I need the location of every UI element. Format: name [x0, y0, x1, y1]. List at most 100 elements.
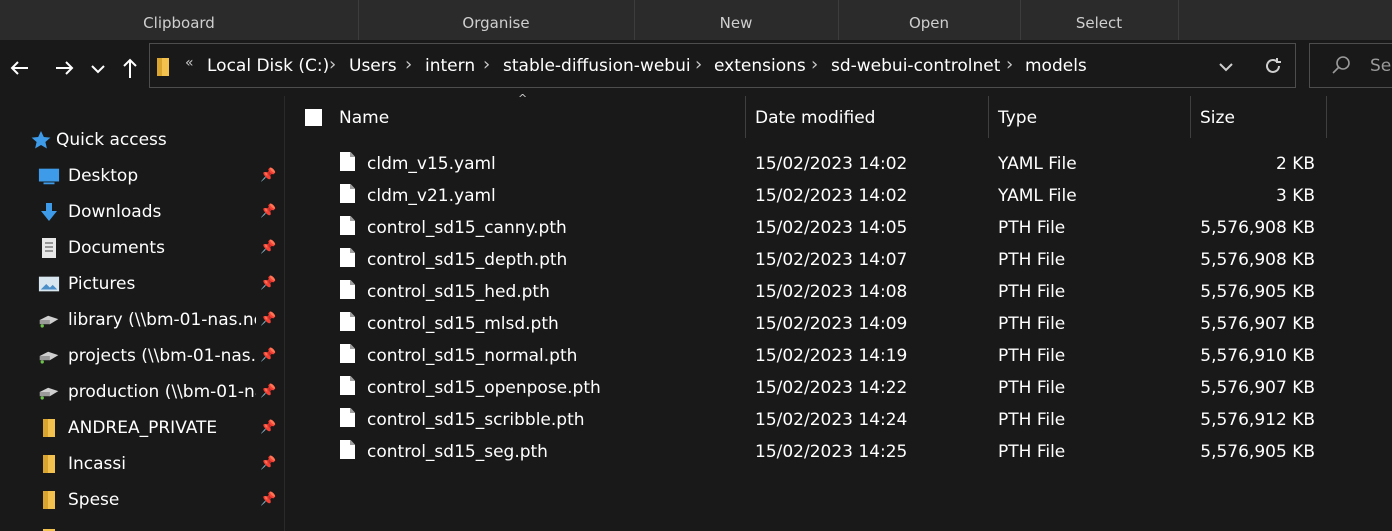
- file-icon: [340, 248, 355, 267]
- pin-icon: 📌: [260, 204, 277, 219]
- breadcrumb-separator: ›: [329, 54, 337, 75]
- file-icon: [340, 376, 355, 395]
- file-icon: [340, 312, 355, 331]
- up-button[interactable]: [116, 54, 144, 82]
- breadcrumb-users[interactable]: Users: [349, 56, 397, 76]
- file-row[interactable]: control_sd15_canny.pth 15/02/2023 14:05 …: [300, 212, 1330, 244]
- column-separator[interactable]: [1326, 96, 1327, 138]
- folder-icon: [43, 455, 55, 473]
- column-header-row: ^ Name Date modified Type Size: [290, 92, 1392, 140]
- file-row[interactable]: control_sd15_depth.pth 15/02/2023 14:07 …: [300, 244, 1330, 276]
- ribbon-group-clipboard[interactable]: Clipboard: [0, 0, 359, 40]
- sidebar-item-andrea-private[interactable]: ANDREA_PRIVATE 📌: [0, 410, 284, 446]
- navigation-pane: Quick access Desktop 📌 Downloads 📌 Docum…: [0, 96, 284, 531]
- file-icon: [340, 216, 355, 235]
- arrow-up-icon: [123, 58, 137, 78]
- breadcrumb-sd-webui-controlnet[interactable]: sd-webui-controlnet: [831, 56, 1000, 76]
- pin-icon: 📌: [260, 312, 277, 327]
- network-drive-icon: [39, 315, 59, 328]
- breadcrumb-stable-diffusion-webui[interactable]: stable-diffusion-webui: [503, 56, 691, 76]
- select-all-checkbox[interactable]: [305, 109, 322, 126]
- ribbon-group-open[interactable]: Open: [838, 0, 1021, 40]
- pane-divider[interactable]: [284, 96, 285, 531]
- pin-icon: 📌: [260, 240, 277, 255]
- sort-indicator-icon: ^: [518, 92, 528, 105]
- sidebar-item-spese[interactable]: Spese 📌: [0, 482, 284, 518]
- pin-icon: 📌: [260, 492, 277, 507]
- file-row[interactable]: control_sd15_seg.pth 15/02/2023 14:25 PT…: [300, 436, 1330, 468]
- breadcrumb-local-disk[interactable]: Local Disk (C:): [207, 56, 329, 76]
- forward-button[interactable]: [52, 54, 80, 82]
- breadcrumb-separator: ›: [483, 54, 491, 75]
- breadcrumb-extensions[interactable]: extensions: [714, 56, 806, 76]
- file-icon: [340, 344, 355, 363]
- file-row[interactable]: control_sd15_scribble.pth 15/02/2023 14:…: [300, 404, 1330, 436]
- pin-icon: 📌: [260, 420, 277, 435]
- desktop-icon: [38, 168, 60, 185]
- column-header-type[interactable]: Type: [998, 108, 1037, 128]
- chevron-down-icon[interactable]: [1216, 57, 1236, 77]
- column-header-size[interactable]: Size: [1200, 108, 1235, 128]
- breadcrumb-separator: ›: [405, 54, 413, 75]
- sidebar-item-production[interactable]: production (\\bm-01-na 📌: [0, 374, 284, 410]
- file-icon: [340, 152, 355, 171]
- file-icon: [340, 440, 355, 459]
- file-icon: [340, 408, 355, 427]
- file-row[interactable]: control_sd15_openpose.pth 15/02/2023 14:…: [300, 372, 1330, 404]
- file-row[interactable]: cldm_v21.yaml 15/02/2023 14:02 YAML File…: [300, 180, 1330, 212]
- breadcrumb-separator: ›: [695, 54, 703, 75]
- recent-locations-button[interactable]: [86, 54, 110, 82]
- pin-icon: 📌: [260, 384, 277, 399]
- ribbon: Clipboard Organise New Open Select: [0, 0, 1392, 40]
- column-separator[interactable]: [745, 96, 746, 138]
- file-icon: [340, 280, 355, 299]
- sidebar-item-quick-access[interactable]: Quick access: [0, 122, 284, 158]
- ribbon-group-select[interactable]: Select: [1020, 0, 1179, 40]
- sidebar-item-downloads[interactable]: Downloads 📌: [0, 194, 284, 230]
- search-icon: [1332, 56, 1350, 74]
- sidebar-item-library[interactable]: library (\\bm-01-nas.nev 📌: [0, 302, 284, 338]
- ribbon-group-new[interactable]: New: [634, 0, 839, 40]
- network-drive-icon: [39, 351, 59, 364]
- back-button[interactable]: [6, 54, 34, 82]
- search-placeholder: Sea: [1370, 56, 1392, 76]
- download-icon: [41, 203, 57, 221]
- ribbon-group-organise[interactable]: Organise: [358, 0, 635, 40]
- document-icon: [42, 238, 56, 258]
- picture-icon: [38, 276, 60, 292]
- star-icon: [31, 131, 51, 149]
- arrow-left-icon: [10, 61, 28, 75]
- breadcrumb-intern[interactable]: intern: [425, 56, 475, 76]
- pin-icon: 📌: [260, 276, 277, 291]
- file-row[interactable]: cldm_v15.yaml 15/02/2023 14:02 YAML File…: [300, 148, 1330, 180]
- breadcrumb-separator: ›: [811, 54, 819, 75]
- overflow-indicator[interactable]: «: [185, 55, 194, 71]
- address-bar[interactable]: « Local Disk (C:) › Users › intern › sta…: [149, 43, 1296, 88]
- sidebar-item-incassi[interactable]: Incassi 📌: [0, 446, 284, 482]
- column-separator[interactable]: [988, 96, 989, 138]
- search-box[interactable]: Sea: [1309, 43, 1392, 88]
- sidebar-item-documents[interactable]: Documents 📌: [0, 230, 284, 266]
- file-row[interactable]: control_sd15_mlsd.pth 15/02/2023 14:09 P…: [300, 308, 1330, 340]
- folder-icon: [157, 58, 169, 76]
- navigation-bar: « Local Disk (C:) › Users › intern › sta…: [0, 40, 1392, 96]
- folder-icon: [43, 491, 55, 509]
- refresh-icon[interactable]: [1262, 55, 1284, 77]
- sidebar-item-desktop[interactable]: Desktop 📌: [0, 158, 284, 194]
- sidebar-item-projects[interactable]: projects (\\bm-01-nas.n 📌: [0, 338, 284, 374]
- pin-icon: 📌: [260, 348, 277, 363]
- network-drive-icon: [39, 387, 59, 400]
- column-header-date-modified[interactable]: Date modified: [755, 108, 875, 128]
- file-row[interactable]: control_sd15_hed.pth 15/02/2023 14:08 PT…: [300, 276, 1330, 308]
- file-icon: [340, 184, 355, 203]
- column-separator[interactable]: [1190, 96, 1191, 138]
- folder-icon: [43, 419, 55, 437]
- column-header-name[interactable]: Name: [339, 108, 389, 128]
- breadcrumb-models[interactable]: models: [1025, 56, 1087, 76]
- arrow-right-icon: [56, 61, 74, 75]
- breadcrumb-separator: ›: [1006, 54, 1014, 75]
- file-row[interactable]: control_sd15_normal.pth 15/02/2023 14:19…: [300, 340, 1330, 372]
- sidebar-item-pictures[interactable]: Pictures 📌: [0, 266, 284, 302]
- chevron-down-icon: [91, 65, 105, 74]
- sidebar-item-partial[interactable]: [0, 520, 284, 531]
